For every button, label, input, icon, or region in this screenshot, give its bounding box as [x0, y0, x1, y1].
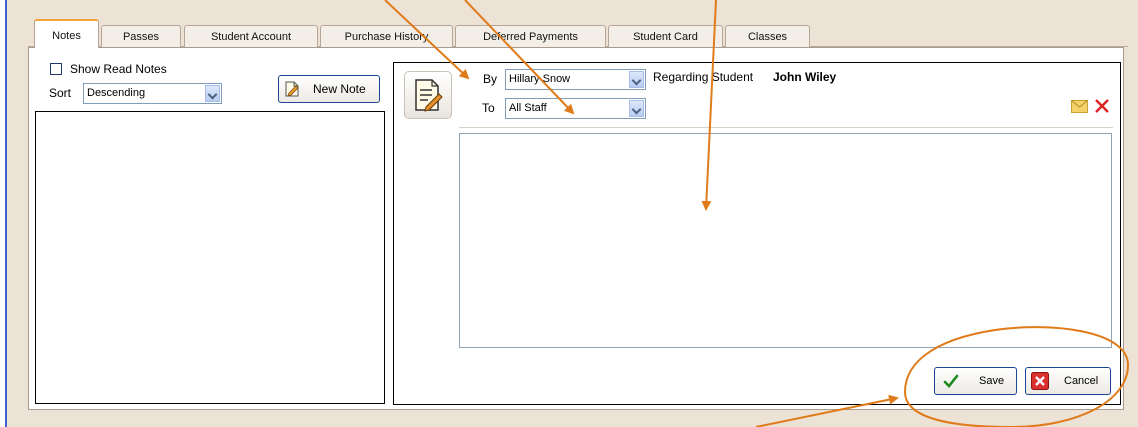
sort-label: Sort — [49, 86, 72, 100]
cancel-label: Cancel — [1064, 375, 1099, 387]
envelope-icon[interactable] — [1071, 100, 1088, 113]
chevron-down-icon[interactable] — [629, 71, 644, 88]
tab-classes[interactable]: Classes — [725, 25, 810, 47]
student-name: John Wiley — [773, 70, 837, 84]
new-note-icon — [285, 81, 299, 97]
chevron-down-icon[interactable] — [205, 85, 220, 102]
notes-list[interactable] — [35, 111, 385, 404]
by-dropdown[interactable]: Hillary Snow — [505, 69, 646, 90]
note-icon-button — [404, 71, 452, 119]
tab-label: Deferred Payments — [483, 31, 578, 43]
to-value: All Staff — [509, 102, 547, 114]
cancel-button[interactable]: Cancel — [1025, 367, 1111, 395]
to-label: To — [482, 101, 495, 115]
sort-dropdown[interactable]: Descending — [83, 83, 222, 104]
chevron-down-icon[interactable] — [629, 100, 644, 117]
by-value: Hillary Snow — [509, 73, 571, 85]
tab-label: Student Card — [633, 31, 698, 43]
sort-value: Descending — [87, 87, 146, 99]
show-read-notes-checkbox[interactable] — [50, 63, 62, 75]
tab-notes[interactable]: Notes — [34, 19, 99, 48]
tab-passes[interactable]: Passes — [101, 25, 181, 47]
tab-deferred-payments[interactable]: Deferred Payments — [455, 25, 606, 47]
by-label: By — [483, 72, 498, 86]
show-read-notes-label: Show Read Notes — [70, 62, 167, 76]
delete-x-icon[interactable] — [1094, 98, 1110, 114]
save-button[interactable]: Save — [934, 367, 1017, 395]
cancel-x-icon — [1031, 372, 1049, 390]
note-text-area[interactable] — [459, 133, 1112, 348]
tab-student-account[interactable]: Student Account — [184, 25, 318, 47]
tab-label: Notes — [52, 30, 81, 42]
tab-label: Student Account — [210, 31, 292, 43]
tab-purchase-history[interactable]: Purchase History — [320, 25, 453, 47]
note-edit-icon — [415, 79, 443, 112]
tab-label: Purchase History — [344, 31, 429, 43]
to-dropdown[interactable]: All Staff — [505, 98, 646, 119]
new-note-label: New Note — [313, 82, 366, 96]
save-label: Save — [979, 375, 1005, 387]
editor-separator — [459, 127, 1113, 128]
regarding-student-label: Regarding Student — [653, 70, 754, 84]
new-note-button[interactable]: New Note — [278, 75, 380, 103]
tab-student-card[interactable]: Student Card — [608, 25, 723, 47]
checkmark-icon — [943, 374, 959, 388]
tab-label: Passes — [122, 31, 160, 43]
tab-label: Classes — [747, 31, 788, 43]
